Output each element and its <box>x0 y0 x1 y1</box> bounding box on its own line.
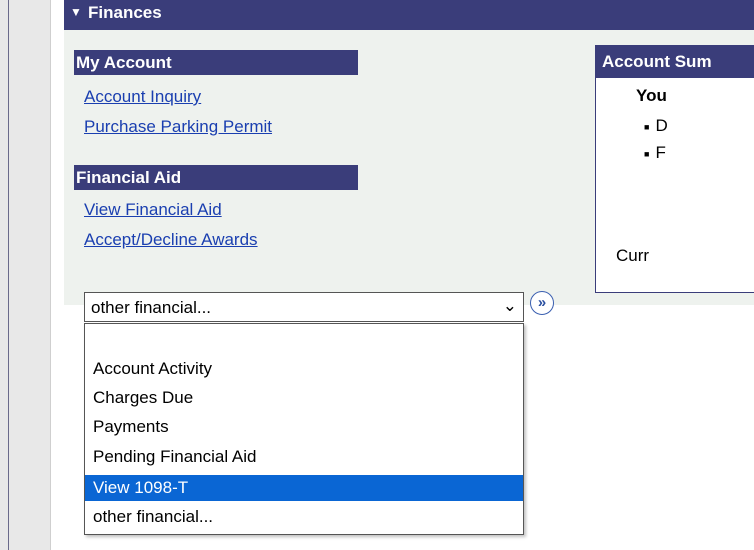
other-financial-select[interactable]: other financial... ⌄ <box>84 292 524 322</box>
go-button[interactable]: » <box>530 291 554 315</box>
dropdown-option[interactable]: other financial... <box>85 504 523 530</box>
select-value: other financial... <box>91 298 212 317</box>
collapse-triangle-icon[interactable]: ▼ <box>70 5 82 19</box>
gutter-line <box>8 0 9 550</box>
purchase-parking-permit-link[interactable]: Purchase Parking Permit <box>84 117 272 137</box>
my-account-heading: My Account <box>74 50 358 75</box>
account-summary-box: Account Sum You ■ D ■ F Curr <box>595 45 754 293</box>
view-financial-aid-link[interactable]: View Financial Aid <box>84 200 222 220</box>
dropdown-option-highlighted[interactable]: View 1098-T <box>85 475 523 501</box>
left-gutter <box>0 0 51 550</box>
dropdown-option-blank[interactable] <box>85 328 523 354</box>
dropdown-option[interactable]: Account Activity <box>85 356 523 382</box>
bullet-icon: ■ <box>644 121 650 132</box>
finances-panel: ▼ Finances My Account Account Inquiry Pu… <box>64 0 754 550</box>
financial-aid-heading: Financial Aid <box>74 165 358 190</box>
select-dropdown-list: Account Activity Charges Due Payments Pe… <box>84 323 524 535</box>
summary-bullet-2: ■ F <box>644 143 666 162</box>
dropdown-option[interactable]: Charges Due <box>85 385 523 411</box>
dropdown-option[interactable]: Pending Financial Aid <box>85 444 523 470</box>
account-inquiry-link[interactable]: Account Inquiry <box>84 87 201 107</box>
chevron-down-icon: ⌄ <box>502 296 517 315</box>
bullet-icon: ■ <box>644 148 650 159</box>
summary-you-text: You <box>636 86 667 105</box>
account-summary-heading: Account Sum <box>596 46 754 78</box>
finances-title: Finances <box>88 3 162 22</box>
summary-current-text: Curr <box>616 246 650 265</box>
dropdown-option[interactable]: Payments <box>85 414 523 440</box>
summary-bullet-1: ■ D <box>644 116 668 135</box>
accept-decline-awards-link[interactable]: Accept/Decline Awards <box>84 230 258 250</box>
finances-header[interactable]: ▼ Finances <box>64 0 754 30</box>
